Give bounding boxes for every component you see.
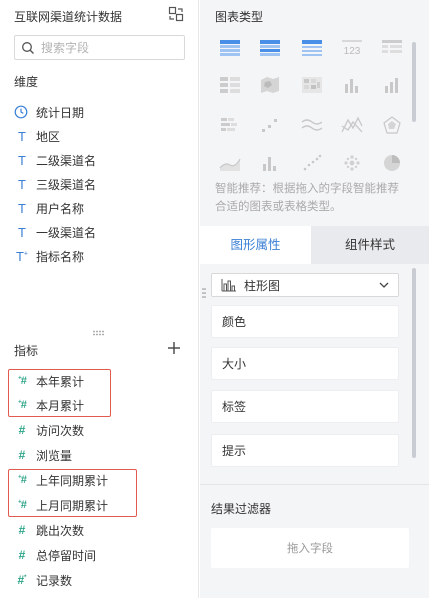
hash-icon: # <box>18 548 26 562</box>
detail-table-icon[interactable] <box>299 36 325 58</box>
measure-field-pageviews[interactable]: # 浏览量 <box>14 444 72 466</box>
section-divider <box>200 484 429 485</box>
prop-tooltip[interactable]: 提示 <box>211 434 399 467</box>
column-chart-icon[interactable] <box>379 74 405 96</box>
radar-fold-icon[interactable] <box>339 114 365 136</box>
measure-field-record-count[interactable]: #* 记录数 <box>14 569 72 591</box>
measure-field-last-year[interactable]: +# 上年同期累计 <box>14 469 108 491</box>
field-label: 本年累计 <box>36 374 85 389</box>
measure-field-ytd[interactable]: +# 本年累计 <box>14 370 84 392</box>
crosstab-icon[interactable] <box>257 36 283 58</box>
dimension-field-metric-name[interactable]: T+ 指标名称 <box>14 245 84 267</box>
chart-type-title: 图表类型 <box>215 10 264 24</box>
field-label: 统计日期 <box>36 105 85 120</box>
calc-hash-icon: +# <box>18 399 27 411</box>
stacked-bar-icon[interactable] <box>217 114 243 136</box>
field-label: 上月同期累计 <box>36 498 109 513</box>
bar-chart-icon <box>221 279 236 292</box>
dimension-field-date[interactable]: 统计日期 <box>14 101 84 123</box>
chart-type-scrollbar[interactable] <box>412 42 416 122</box>
field-label: 本月累计 <box>36 398 85 413</box>
plus-icon[interactable] <box>166 340 182 356</box>
grouped-table-icon[interactable] <box>379 36 405 58</box>
swap-icon[interactable] <box>168 6 184 22</box>
prop-color[interactable]: 颜色 <box>211 305 399 338</box>
dimension-field-username[interactable]: T 用户名称 <box>14 197 84 219</box>
dimension-field-channel3[interactable]: T 三级渠道名 <box>14 173 96 195</box>
chevron-down-icon <box>379 282 389 288</box>
panel-resize-handle[interactable] <box>92 330 106 336</box>
scatter-icon[interactable] <box>299 152 325 174</box>
search-input[interactable] <box>41 38 179 57</box>
calc-hash-icon: +# <box>18 375 27 387</box>
measure-field-visits[interactable]: # 访问次数 <box>14 419 84 441</box>
hash-icon: # <box>18 523 26 537</box>
text-T-icon: T <box>18 152 26 168</box>
field-label: 访问次数 <box>36 423 85 438</box>
field-label: 浏览量 <box>36 448 73 463</box>
result-filter-dropzone[interactable]: 拖入字段 <box>211 528 409 568</box>
dot-cluster-icon[interactable] <box>339 152 365 174</box>
field-label: 跳出次数 <box>36 523 85 538</box>
field-label: 用户名称 <box>36 201 85 216</box>
heatmap-icon[interactable] <box>299 74 325 96</box>
property-tabs: 图形属性 组件样式 <box>200 226 429 264</box>
histogram-icon[interactable] <box>257 152 283 174</box>
hash-icon: # <box>18 423 26 437</box>
kpi-number-icon[interactable]: 123 <box>339 36 365 58</box>
text-T-icon: T <box>18 200 26 216</box>
field-label: 记录数 <box>36 573 73 588</box>
table-icon[interactable] <box>217 36 243 58</box>
dimensions-label: 维度 <box>14 75 39 89</box>
smart-recommend-hint: 智能推荐：根据拖入的字段智能推荐合适的图表或表格类型。 <box>215 183 399 213</box>
field-label: 三级渠道名 <box>36 177 97 192</box>
dimension-field-region[interactable]: T 地区 <box>14 125 60 147</box>
prop-label[interactable]: 标签 <box>211 390 399 423</box>
hash-star-icon: #* <box>17 573 27 587</box>
result-filter-title: 结果过滤器 <box>211 502 272 516</box>
pie-chart-icon[interactable] <box>379 152 405 174</box>
radar-icon[interactable] <box>379 114 405 136</box>
area-chart-icon[interactable] <box>217 152 243 174</box>
field-panel: 互联网渠道统计数据 维度 统计日期 T 地区 T 二级渠道名 T 三级渠道名 T… <box>0 0 199 598</box>
prop-size[interactable]: 大小 <box>211 347 399 380</box>
chart-type-value: 柱形图 <box>244 278 281 293</box>
search-icon <box>22 42 34 54</box>
measure-field-staytime[interactable]: # 总停留时间 <box>14 544 96 566</box>
split-table-icon[interactable] <box>217 74 243 96</box>
datasource-title: 互联网渠道统计数据 <box>14 10 123 24</box>
text-T-icon: T <box>18 128 26 144</box>
field-label: 二级渠道名 <box>36 153 97 168</box>
calc-hash-icon: +# <box>18 499 27 511</box>
config-panel: 图表类型 123 智能推荐：根据拖入的字段智能推荐合适的图表或表格类型。 图形属… <box>200 0 429 598</box>
field-label: 地区 <box>36 129 61 144</box>
search-box <box>14 35 185 60</box>
text-T-calc-icon: T+ <box>15 248 29 264</box>
scatter-step-icon[interactable] <box>257 114 283 136</box>
svg-text:123: 123 <box>344 46 361 57</box>
measures-label: 指标 <box>14 344 39 358</box>
line-chart-icon[interactable] <box>299 114 325 136</box>
measure-field-bounces[interactable]: # 跳出次数 <box>14 519 84 541</box>
hash-icon: # <box>18 448 26 462</box>
tab-component-style[interactable]: 组件样式 <box>311 226 429 264</box>
field-label: 上年同期累计 <box>36 473 109 488</box>
measure-field-mtd[interactable]: +# 本月累计 <box>14 394 84 416</box>
text-T-icon: T <box>18 224 26 240</box>
chart-type-select[interactable]: 柱形图 <box>211 273 399 297</box>
field-label: 总停留时间 <box>36 548 97 563</box>
map-icon[interactable] <box>257 74 283 96</box>
dimension-field-channel1[interactable]: T 一级渠道名 <box>14 221 96 243</box>
bar-chart-icon[interactable] <box>339 74 365 96</box>
drag-handle-icon[interactable] <box>202 288 206 298</box>
measure-field-last-month[interactable]: +# 上月同期累计 <box>14 494 108 516</box>
text-T-icon: T <box>18 176 26 192</box>
calc-hash-icon: +# <box>18 474 27 486</box>
dimension-field-channel2[interactable]: T 二级渠道名 <box>14 149 96 171</box>
tab-graph-properties[interactable]: 图形属性 <box>200 226 311 264</box>
field-label: 指标名称 <box>36 249 85 264</box>
properties-scrollbar[interactable] <box>412 268 416 458</box>
clock-icon <box>14 105 28 119</box>
field-label: 一级渠道名 <box>36 225 97 240</box>
